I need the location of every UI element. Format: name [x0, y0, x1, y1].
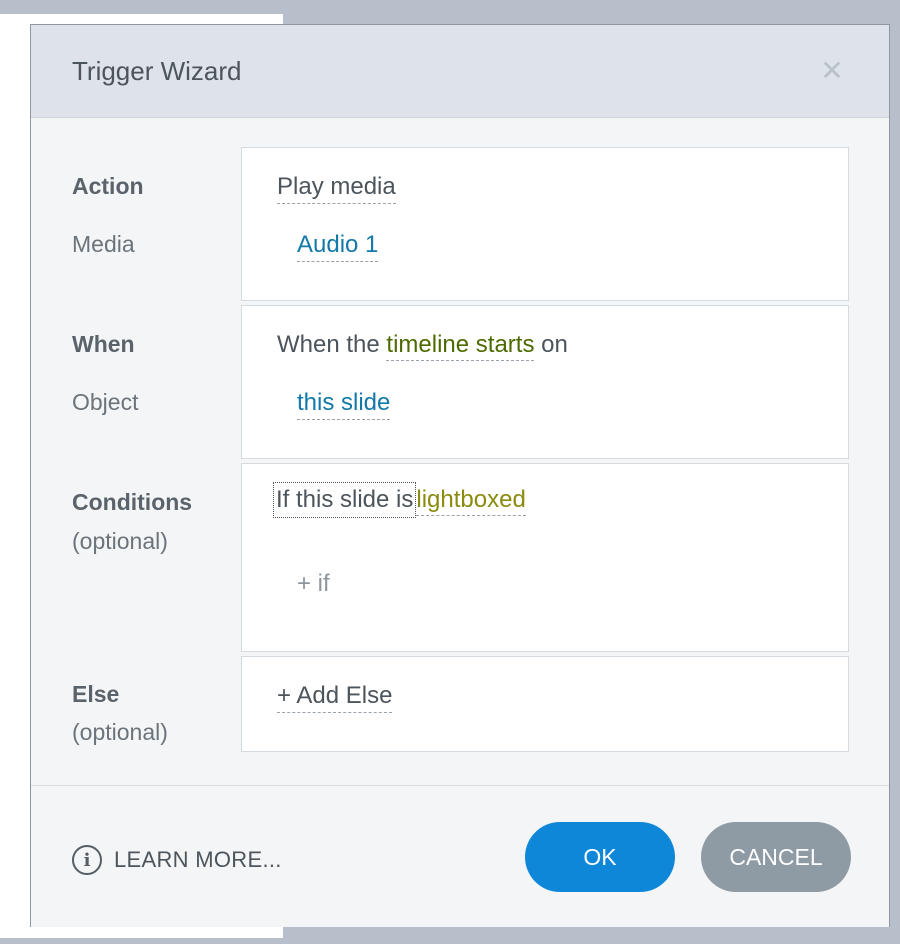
ok-button[interactable]: OK [525, 822, 675, 892]
else-panel: + Add Else [241, 656, 849, 752]
object-label: Object [72, 389, 139, 415]
cancel-button[interactable]: CANCEL [701, 822, 851, 892]
conditions-panel: If this slide is lightboxed + if [241, 463, 849, 652]
learn-more-link[interactable]: i LEARN MORE... [72, 842, 282, 878]
else-optional-label: (optional) [72, 719, 168, 745]
add-else-button[interactable]: + Add Else [277, 682, 393, 713]
when-label: When [72, 331, 135, 357]
action-select[interactable]: Play media [277, 173, 396, 204]
condition-value-select[interactable]: lightboxed [416, 486, 526, 516]
object-select[interactable]: this slide [297, 389, 391, 420]
conditions-optional-label: (optional) [72, 528, 168, 554]
action-label: Action [72, 173, 144, 199]
action-panel: Play media Audio 1 [241, 147, 849, 301]
add-if-button[interactable]: + if [297, 570, 330, 598]
when-panel: When the timeline starts on this slide [241, 305, 849, 459]
learn-more-label: LEARN MORE... [114, 847, 282, 872]
event-select[interactable]: timeline starts [386, 331, 535, 361]
when-sentence: When the timeline starts on [277, 331, 568, 361]
trigger-wizard-dialog: Trigger Wizard ✕ Action Media Play media… [30, 24, 890, 927]
when-prefix: When the [277, 331, 380, 358]
conditions-label: Conditions [72, 489, 193, 515]
media-label: Media [72, 231, 135, 257]
media-select[interactable]: Audio 1 [297, 231, 379, 262]
dialog-footer: i LEARN MORE... OK CANCEL [31, 785, 889, 927]
info-icon: i [72, 845, 102, 875]
condition-item[interactable]: If this slide is lightboxed [273, 482, 526, 518]
dialog-header: Trigger Wizard ✕ [31, 25, 889, 118]
dialog-title: Trigger Wizard [72, 56, 242, 86]
else-label: Else [72, 681, 120, 707]
close-icon[interactable]: ✕ [815, 54, 849, 88]
condition-text[interactable]: If this slide is [273, 482, 417, 518]
when-suffix: on [541, 331, 568, 358]
